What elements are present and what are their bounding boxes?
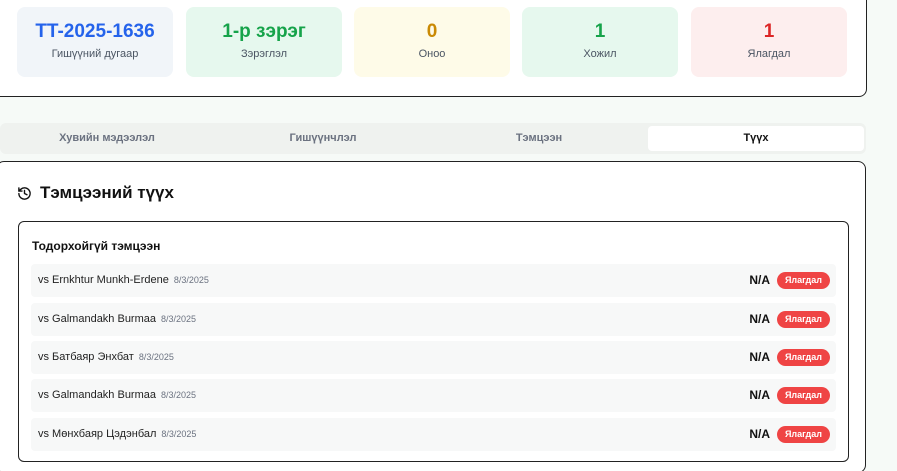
match-result-badge: Ялагдал: [776, 349, 830, 366]
match-date: 8/3/2025: [161, 429, 197, 439]
history-header: Тэмцээний түүх: [17, 183, 174, 203]
losses-label: Ялагдал: [747, 48, 791, 60]
rank-label: Зэрэглэл: [241, 48, 287, 60]
history-panel: Тэмцээний түүх Тодорхойгүй тэмцээн vs Er…: [0, 161, 866, 471]
match-opponent: vs Galmandakh Burmaa: [38, 313, 156, 325]
stat-losses: 1 Ялагдал: [691, 7, 847, 77]
match-opponent-wrap: vs Батбаяр Энхбат 8/3/2025: [38, 341, 174, 374]
tournament-group-title: Тодорхойгүй тэмцээн: [32, 239, 161, 253]
match-date: 8/3/2025: [161, 390, 197, 400]
stat-rank: 1-р зэрэг Зэрэглэл: [186, 7, 342, 77]
wins-label: Хожил: [583, 48, 617, 60]
match-score: N/A: [749, 312, 770, 326]
tab-history[interactable]: Түүх: [648, 126, 864, 151]
match-date: 8/3/2025: [173, 275, 209, 285]
match-result-badge: Ялагдал: [776, 311, 830, 328]
match-row: vs Galmandakh Burmaa 8/3/2025 N/A Ялагдал: [31, 379, 836, 412]
profile-tabs: Хувийн мэдээлэл Гишүүнчлэл Тэмцээн Түүх: [0, 123, 866, 154]
stat-member-id: TT-2025-1636 Гишүүний дугаар: [17, 7, 173, 77]
member-id-value: TT-2025-1636: [35, 21, 155, 42]
match-date: 8/3/2025: [138, 352, 174, 362]
tab-tournaments[interactable]: Тэмцээн: [432, 126, 646, 151]
losses-value: 1: [763, 21, 775, 42]
tab-personal-info[interactable]: Хувийн мэдээлэл: [0, 126, 214, 151]
match-opponent: vs Батбаяр Энхбат: [38, 351, 134, 363]
stat-wins: 1 Хожил: [522, 7, 678, 77]
match-score: N/A: [749, 388, 770, 402]
match-row: vs Батбаяр Энхбат 8/3/2025 N/A Ялагдал: [31, 341, 836, 374]
match-score: N/A: [749, 273, 770, 287]
history-title: Тэмцээний түүх: [40, 183, 174, 202]
wins-value: 1: [594, 21, 606, 42]
match-score: N/A: [749, 350, 770, 364]
stat-points: 0 Оноо: [354, 7, 510, 77]
match-opponent-wrap: vs Мөнхбаяр Цэдэнбал 8/3/2025: [38, 418, 196, 451]
match-score: N/A: [749, 427, 770, 441]
tab-membership[interactable]: Гишүүнчлэл: [216, 126, 430, 151]
match-row: vs Galmandakh Burmaa 8/3/2025 N/A Ялагдал: [31, 303, 836, 336]
match-result-badge: Ялагдал: [776, 426, 830, 443]
member-id-label: Гишүүний дугаар: [51, 48, 139, 60]
points-label: Оноо: [418, 48, 446, 60]
points-value: 0: [426, 21, 438, 42]
match-opponent: vs Ernkhtur Munkh-Erdene: [38, 274, 169, 286]
match-result-badge: Ялагдал: [776, 387, 830, 404]
match-opponent-wrap: vs Galmandakh Burmaa 8/3/2025: [38, 379, 196, 412]
match-row: vs Мөнхбаяр Цэдэнбал 8/3/2025 N/A Ялагдал: [31, 418, 836, 451]
history-icon: [17, 186, 32, 201]
match-opponent: vs Galmandakh Burmaa: [38, 389, 156, 401]
rank-value: 1-р зэрэг: [222, 21, 306, 42]
tournament-group-card: Тодорхойгүй тэмцээн vs Ernkhtur Munkh-Er…: [18, 221, 849, 462]
match-result-badge: Ялагдал: [776, 272, 830, 289]
match-opponent: vs Мөнхбаяр Цэдэнбал: [38, 428, 157, 440]
match-row: vs Ernkhtur Munkh-Erdene 8/3/2025 N/A Яла…: [31, 264, 836, 297]
match-opponent-wrap: vs Ernkhtur Munkh-Erdene 8/3/2025: [38, 264, 209, 297]
match-opponent-wrap: vs Galmandakh Burmaa 8/3/2025: [38, 303, 196, 336]
match-date: 8/3/2025: [161, 314, 197, 324]
profile-stats-panel: TT-2025-1636 Гишүүний дугаар 1-р зэрэг З…: [0, 0, 867, 97]
